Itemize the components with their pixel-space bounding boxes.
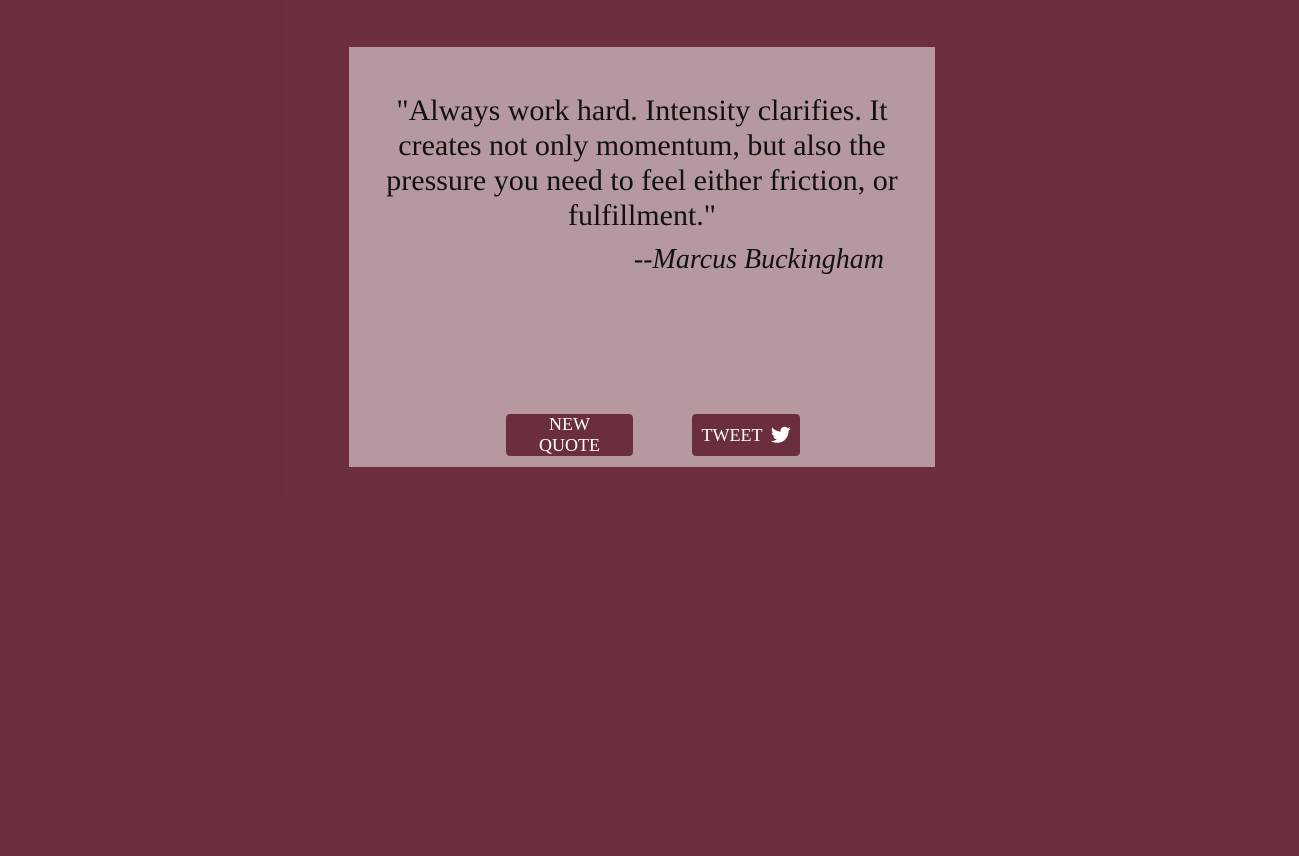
quote-author: --Marcus Buckingham	[633, 244, 884, 275]
twitter-icon	[770, 426, 791, 444]
new-quote-label: NEW QUOTE	[539, 414, 600, 455]
tweet-label: TWEET	[701, 424, 763, 445]
new-quote-button[interactable]: NEW QUOTE	[506, 414, 633, 456]
tweet-button[interactable]: TWEET	[692, 414, 800, 456]
quote-text: "Always work hard. Intensity clarifies. …	[386, 94, 898, 232]
quote-card: "Always work hard. Intensity clarifies. …	[349, 47, 935, 467]
